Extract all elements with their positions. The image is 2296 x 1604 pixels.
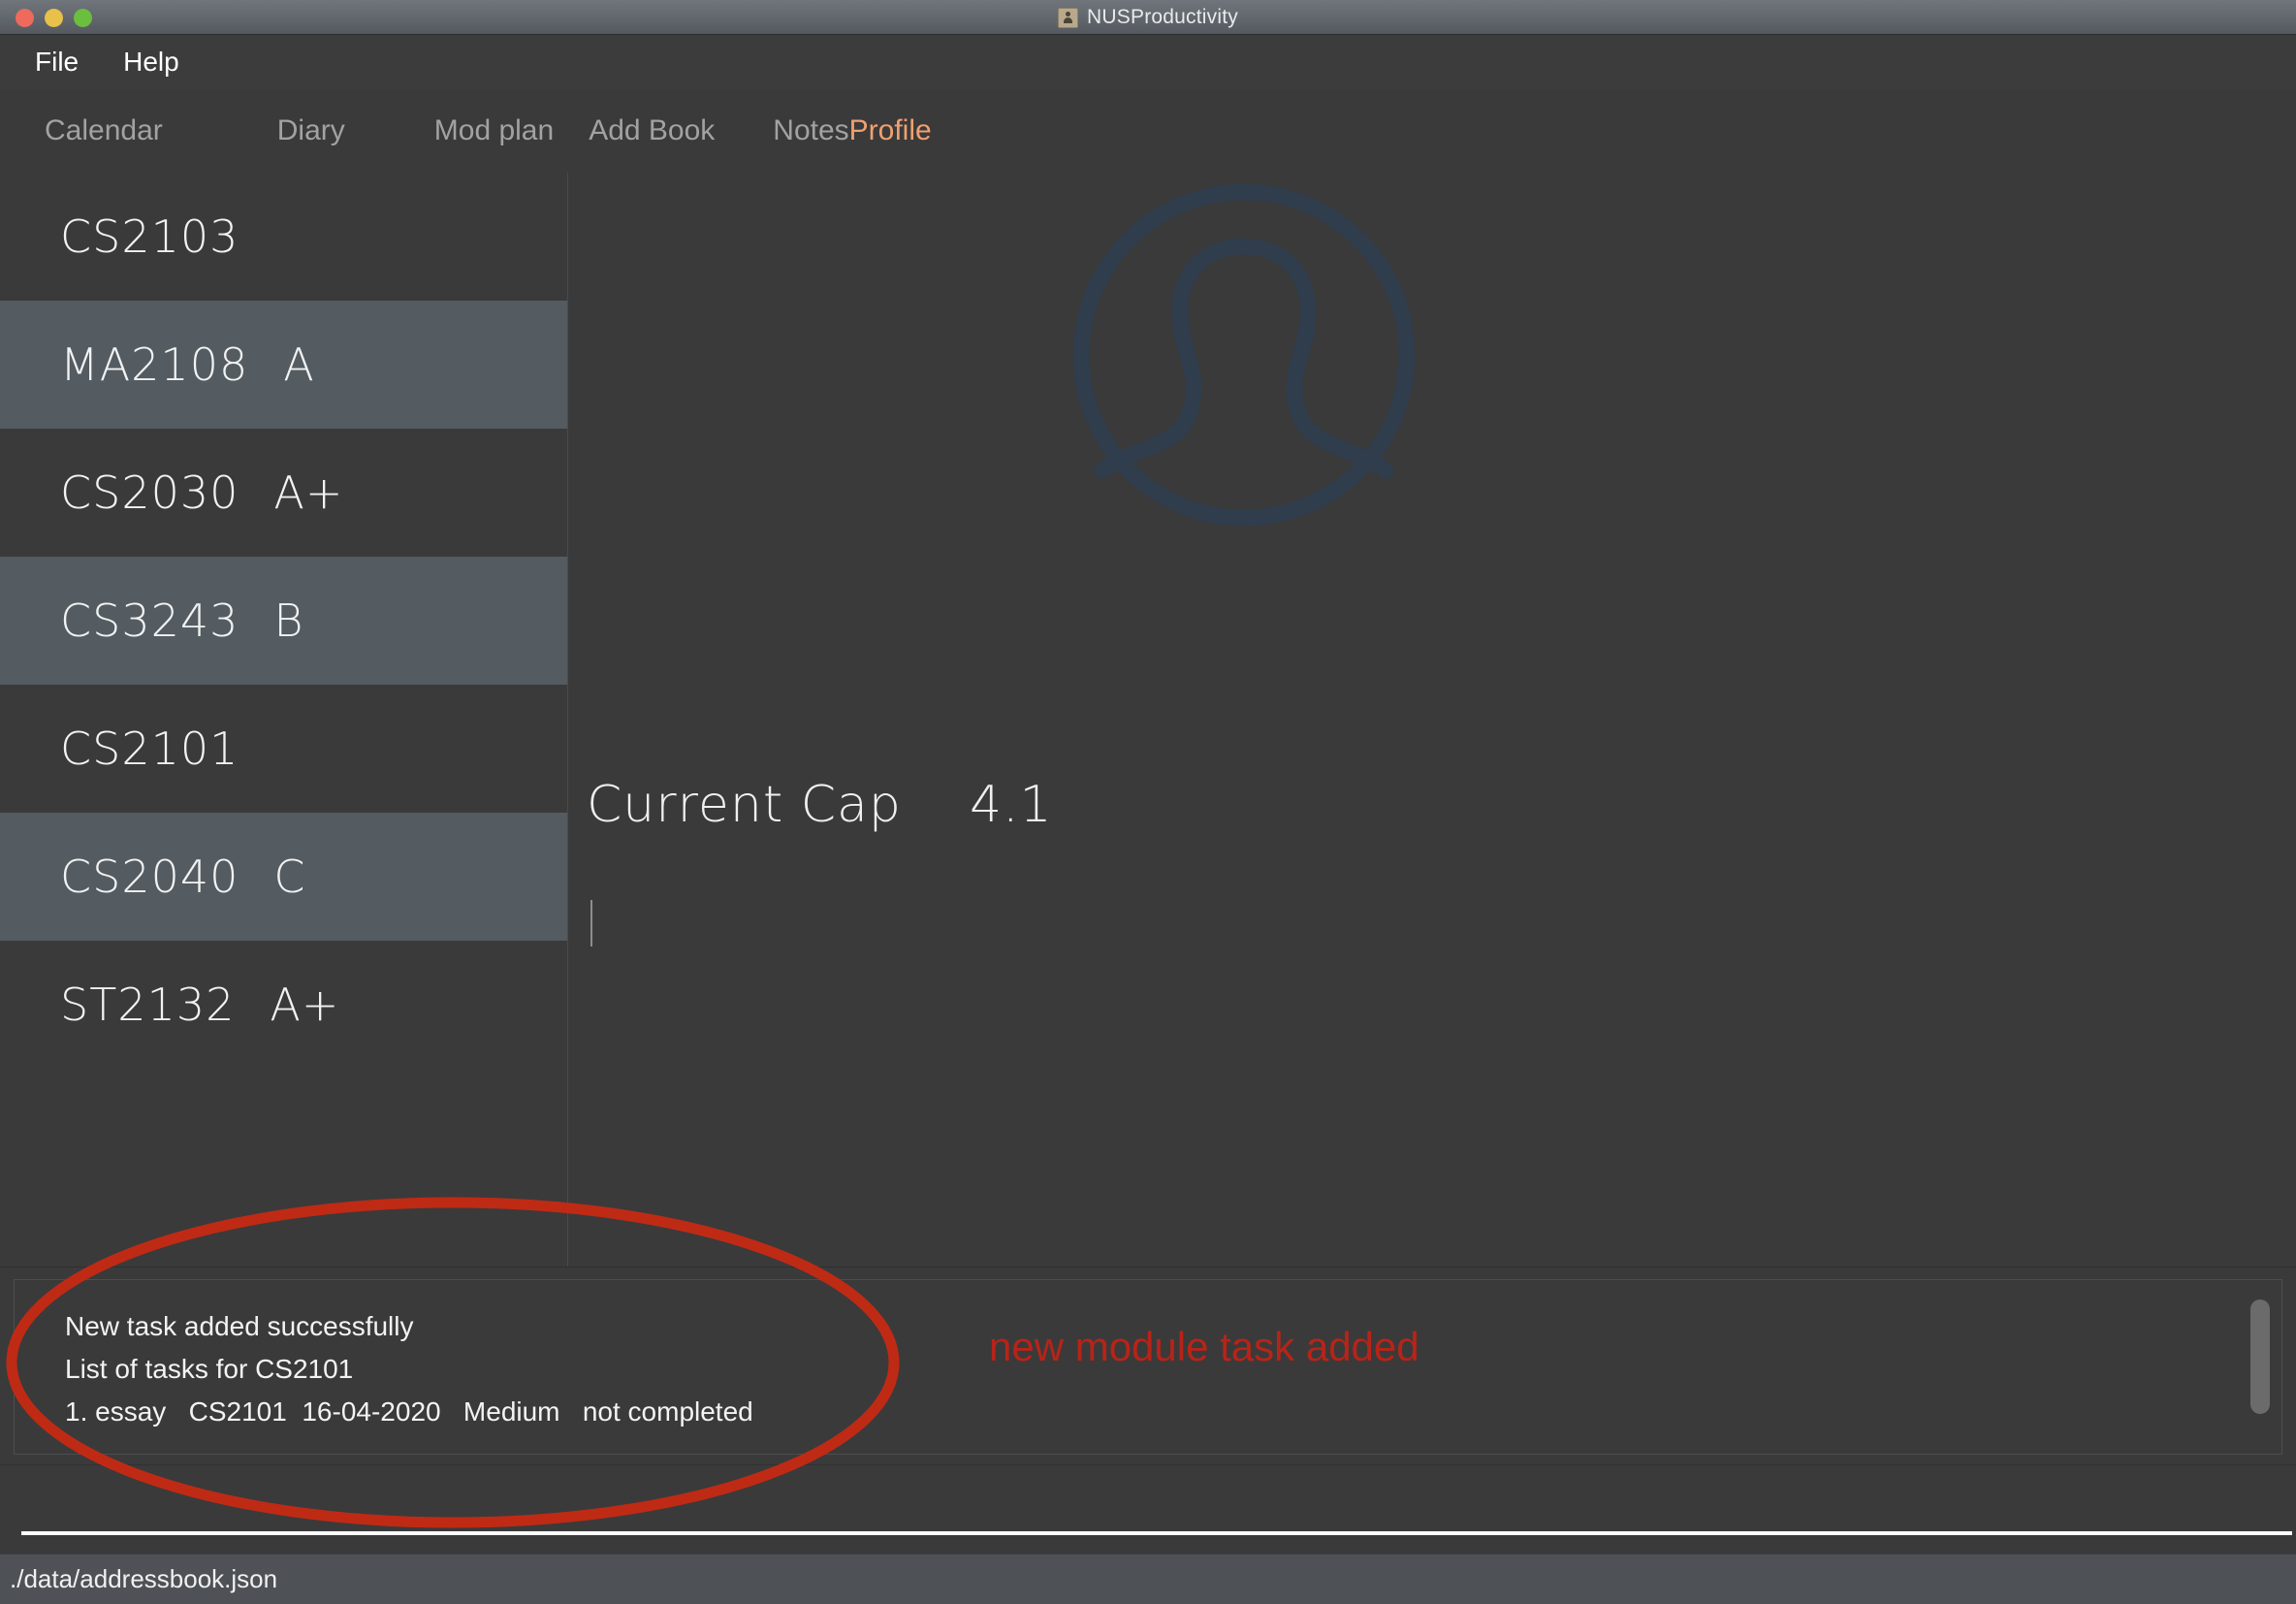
command-input-underline — [21, 1531, 2292, 1535]
current-cap-value: 4.1 — [969, 776, 1053, 834]
window-title: NUSProductivity — [1087, 6, 1238, 28]
module-grade: B — [273, 594, 304, 647]
tab-diary[interactable]: Diary — [277, 114, 345, 147]
command-box — [0, 1464, 2296, 1554]
command-input[interactable] — [23, 1479, 2286, 1529]
profile-panel: Current Cap 4.1 — [569, 173, 2296, 1267]
person-avatar-icon — [1072, 183, 1415, 527]
result-display-box[interactable]: New task added successfully List of task… — [14, 1279, 2282, 1455]
tab-add-book[interactable]: Add Book — [589, 114, 715, 147]
list-item[interactable]: CS3243 B — [0, 557, 567, 685]
status-file-path: ./data/addressbook.json — [10, 1564, 278, 1593]
list-item[interactable]: CS2030 A+ — [0, 429, 567, 557]
module-code: MA2108 — [60, 338, 249, 391]
result-line: List of tasks for CS2101 — [65, 1354, 354, 1384]
application-window: NUSProductivity File Help Calendar Diary… — [0, 0, 2296, 1604]
result-line: New task added successfully — [65, 1311, 414, 1341]
menu-item-file[interactable]: File — [35, 47, 79, 78]
module-list[interactable]: CS2103 MA2108 A CS2030 A+ CS3243 B CS210… — [0, 173, 568, 1267]
module-code: CS2030 — [60, 466, 239, 519]
module-code: CS2103 — [60, 210, 239, 263]
title-bar: NUSProductivity — [0, 0, 2296, 35]
module-code: CS2040 — [60, 850, 239, 903]
text-caret — [590, 900, 592, 946]
menu-item-help[interactable]: Help — [123, 47, 179, 78]
avatar — [1050, 161, 1438, 554]
tab-calendar[interactable]: Calendar — [45, 114, 163, 147]
list-item[interactable]: ST2132 A+ — [0, 941, 567, 1069]
address-book-icon — [1058, 7, 1079, 28]
result-display-panel: New task added successfully List of task… — [0, 1267, 2296, 1464]
current-cap-label: Current Cap — [587, 776, 902, 834]
module-code: ST2132 — [60, 978, 236, 1031]
tab-mod-plan[interactable]: Mod plan — [434, 114, 554, 147]
module-code: CS2101 — [60, 722, 239, 775]
module-grade: C — [273, 850, 306, 903]
module-grade: A+ — [273, 466, 344, 519]
module-grade: A+ — [270, 978, 340, 1031]
list-item[interactable]: MA2108 A — [0, 301, 567, 429]
list-item[interactable]: CS2103 — [0, 173, 567, 301]
list-item[interactable]: CS2101 — [0, 685, 567, 813]
content-area: CS2103 MA2108 A CS2030 A+ CS3243 B CS210… — [0, 173, 2296, 1267]
result-line: 1. essay CS2101 16-04-2020 Medium not co… — [65, 1396, 753, 1427]
module-grade: A — [283, 338, 315, 391]
tab-profile[interactable]: Profile — [849, 114, 932, 147]
list-item[interactable]: CS2040 C — [0, 813, 567, 941]
tab-notes[interactable]: Notes — [773, 114, 848, 147]
current-cap-row: Current Cap 4.1 — [587, 776, 1053, 834]
window-title-group: NUSProductivity — [0, 0, 2296, 35]
status-bar: ./data/addressbook.json — [0, 1554, 2296, 1604]
module-code: CS3243 — [60, 594, 239, 647]
result-scrollbar[interactable] — [2250, 1286, 2276, 1448]
menu-bar: File Help — [0, 35, 2296, 89]
result-scrollbar-thumb[interactable] — [2250, 1299, 2270, 1414]
